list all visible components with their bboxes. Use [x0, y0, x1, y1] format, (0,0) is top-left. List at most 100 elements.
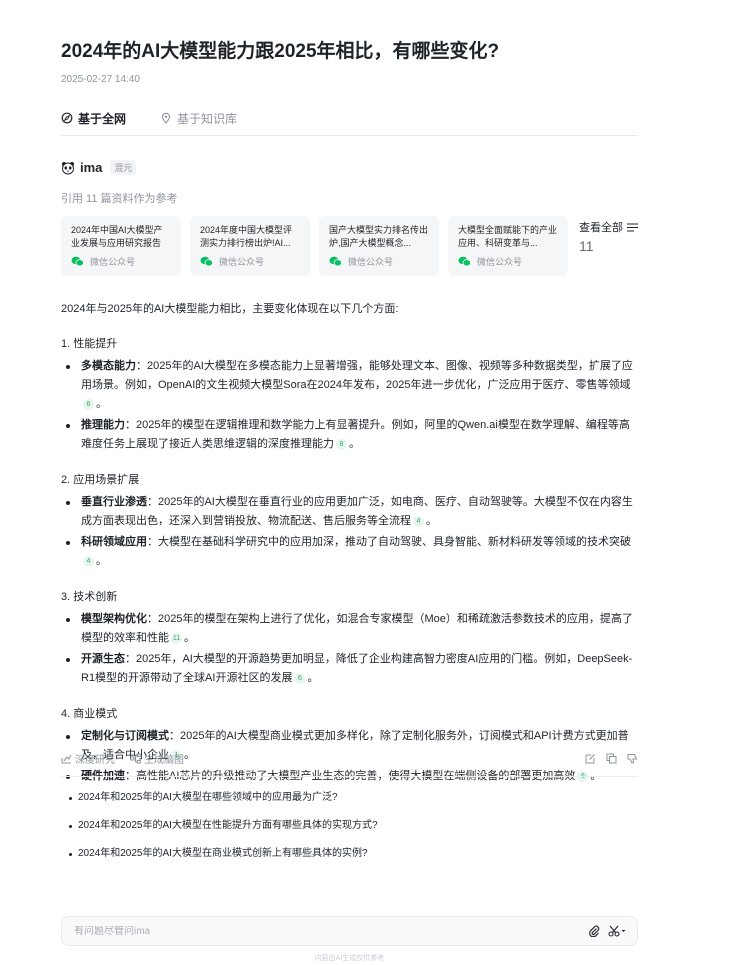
copy-icon: [606, 753, 617, 764]
reference-card-source: 微信公众号: [200, 255, 300, 268]
item-end: 。: [96, 398, 107, 410]
divider: [61, 776, 638, 777]
thumbs-down-icon: [627, 754, 638, 764]
tab-knowledge-base-label: 基于知识库: [177, 111, 238, 126]
reference-card[interactable]: 国产大模型实力排名传出炉,国产大模型概念... 微信公众号: [319, 216, 439, 276]
tab-web[interactable]: 基于全网: [61, 108, 126, 128]
timestamp: 2025-02-27 14:40: [61, 74, 140, 85]
item-end: 。: [307, 672, 319, 684]
citation-badge[interactable]: 4: [83, 556, 94, 567]
reference-card[interactable]: 2024年中国AI大模型产业发展与应用研究报告 微信公众号: [61, 216, 181, 276]
section-heading: 3. 技术创新: [61, 591, 118, 603]
page-title: 2024年的AI大模型能力跟2025年相比，有哪些变化?: [61, 41, 500, 62]
section-list: 垂直行业渗透：2025年的AI大模型在垂直行业的应用更加广泛，如电商、医疗、自动…: [61, 493, 638, 571]
ai-disclaimer: 内容由AI生成仅供参考: [314, 955, 385, 962]
answer-body: 2024年与2025年的AI大模型能力相比，主要变化体现在以下几个方面: 1. …: [61, 300, 638, 788]
answer-actions: 深度研究 生成脑图: [61, 751, 638, 766]
suggested-questions: 2024年和2025年的AI大模型在哪些领域中的应用最为广泛? 2024年和20…: [69, 790, 378, 874]
reference-card-title: 大模型全面赋能下的产业应用、科研变革与...: [458, 225, 558, 248]
section-list: 模型架构优化：2025年的模型在架构上进行了优化，如混合专家模型（Moe）和稀疏…: [61, 610, 638, 688]
edit-button[interactable]: [585, 753, 596, 764]
wechat-icon: [200, 256, 213, 267]
item-term: 科研领域应用: [81, 536, 147, 548]
reference-card-source: 微信公众号: [329, 255, 429, 268]
input-tools: [581, 925, 627, 937]
edit-icon: [585, 754, 595, 764]
copy-button[interactable]: [606, 753, 617, 764]
question-input[interactable]: [74, 925, 581, 937]
section-heading: 2. 应用场景扩展: [61, 474, 140, 486]
section-heading: 4. 商业模式: [61, 708, 118, 720]
reference-card-source-label: 微信公众号: [348, 257, 394, 267]
list-item: 开源生态：2025年，AI大模型的开源趋势更加明显，降低了企业构建高智力密度AI…: [61, 650, 638, 688]
attach-button[interactable]: [589, 925, 600, 937]
view-all-label: 查看全部: [579, 222, 623, 234]
paperclip-icon: [589, 925, 600, 937]
list-item: 推理能力：2025年的模型在逻辑推理和数学能力上有显著提升。例如，阿里的Qwen…: [61, 416, 638, 454]
view-all-references[interactable]: 查看全部 11: [579, 219, 641, 254]
citation-badge[interactable]: 8: [336, 439, 347, 450]
reference-card-source: 微信公众号: [458, 255, 558, 268]
citation-badge[interactable]: 11: [171, 633, 182, 644]
wechat-icon: [458, 256, 471, 267]
deep-research-label: 深度研究: [75, 755, 115, 766]
assistant-name: ima: [80, 160, 103, 175]
dislike-button[interactable]: [627, 753, 638, 764]
list-item: 科研领域应用：大模型在基础科学研究中的应用加深，推动了自动驾驶、具身智能、新材料…: [61, 533, 638, 571]
reference-card-source: 微信公众号: [71, 255, 171, 268]
tab-web-label: 基于全网: [78, 111, 127, 126]
reference-card-title: 国产大模型实力排名传出炉,国产大模型概念...: [329, 225, 429, 248]
mindmap-label: 生成脑图: [144, 755, 184, 766]
compass-icon: [61, 112, 73, 124]
item-term: 垂直行业渗透: [81, 496, 147, 508]
item-text: ：2025年的AI大模型在多模态能力上显著增强，能够处理文本、图像、视频等多种数…: [81, 360, 633, 391]
item-text: ：2025年的AI大模型在垂直行业的应用更加广泛，如电商、医疗、自动驾驶等。大模…: [81, 496, 633, 527]
section-heading: 1. 性能提升: [61, 338, 118, 350]
list-item: 垂直行业渗透：2025年的AI大模型在垂直行业的应用更加广泛，如电商、医疗、自动…: [61, 493, 638, 531]
item-end: 。: [184, 632, 195, 644]
panda-avatar-icon: [62, 161, 74, 174]
tools-dropdown-button[interactable]: [608, 925, 627, 937]
location-pin-icon: [161, 112, 171, 124]
item-term: 多模态能力: [81, 360, 136, 372]
view-all-count: 11: [579, 238, 594, 254]
answer-intro: 2024年与2025年的AI大模型能力相比，主要变化体现在以下几个方面:: [61, 303, 399, 315]
reference-card-source-label: 微信公众号: [219, 257, 265, 267]
reference-card-title: 2024年中国AI大模型产业发展与应用研究报告: [71, 225, 163, 248]
deep-research-icon: [61, 754, 72, 764]
chevron-down-icon: [621, 930, 626, 932]
citation-badge[interactable]: 6: [83, 399, 94, 410]
wechat-icon: [71, 256, 84, 267]
reference-card-source-label: 微信公众号: [477, 257, 523, 267]
view-all-row: 查看全部: [579, 219, 641, 235]
item-term: 开源生态: [81, 653, 125, 665]
assistant-header: ima 混元: [61, 160, 137, 175]
list-item: 模型架构优化：2025年的模型在架构上进行了优化，如混合专家模型（Moe）和稀疏…: [61, 610, 638, 648]
list-icon: [627, 222, 638, 232]
model-badge: 混元: [110, 160, 137, 175]
item-end: 。: [426, 515, 437, 527]
citation-badge[interactable]: 6: [294, 673, 306, 684]
reference-card[interactable]: 大模型全面赋能下的产业应用、科研变革与... 微信公众号: [448, 216, 568, 276]
mindmap-button[interactable]: 生成脑图: [130, 751, 184, 766]
reference-card-title: 2024年度中国大模型评测实力排行榜出炉!AI...: [200, 225, 293, 248]
item-text: ：2025年的模型在架构上进行了优化，如混合专家模型（Moe）和稀疏激活参数技术…: [81, 613, 633, 644]
references-count: 引用 11 篇资料作为参考: [61, 193, 178, 205]
reference-card-source-label: 微信公众号: [90, 257, 136, 267]
item-end: 。: [349, 438, 360, 450]
source-tabs: 基于全网 基于知识库: [61, 108, 638, 136]
scissors-icon: [608, 925, 620, 937]
reference-card[interactable]: 2024年度中国大模型评测实力排行榜出炉!AI... 微信公众号: [190, 216, 310, 276]
suggested-question[interactable]: 2024年和2025年的AI大模型在性能提升方面有哪些具体的实现方式?: [69, 818, 378, 834]
deep-research-button[interactable]: 深度研究: [61, 751, 115, 766]
item-text: ：2025年，AI大模型的开源趋势更加明显，降低了企业构建高智力密度AI应用的门…: [81, 653, 633, 684]
suggested-question[interactable]: 2024年和2025年的AI大模型在商业模式创新上有哪些具体的实例?: [69, 846, 378, 862]
tab-knowledge-base[interactable]: 基于知识库: [160, 108, 237, 128]
suggested-question[interactable]: 2024年和2025年的AI大模型在哪些领域中的应用最为广泛?: [69, 790, 378, 806]
question-input-box: [61, 916, 638, 946]
answer-tool-icons: [575, 753, 638, 764]
citation-badge[interactable]: 4: [413, 516, 424, 527]
item-end: 。: [96, 555, 107, 567]
item-term: 推理能力: [81, 419, 125, 431]
item-text: ：大模型在基础科学研究中的应用加深，推动了自动驾驶、具身智能、新材料研发等领域的…: [147, 536, 631, 548]
